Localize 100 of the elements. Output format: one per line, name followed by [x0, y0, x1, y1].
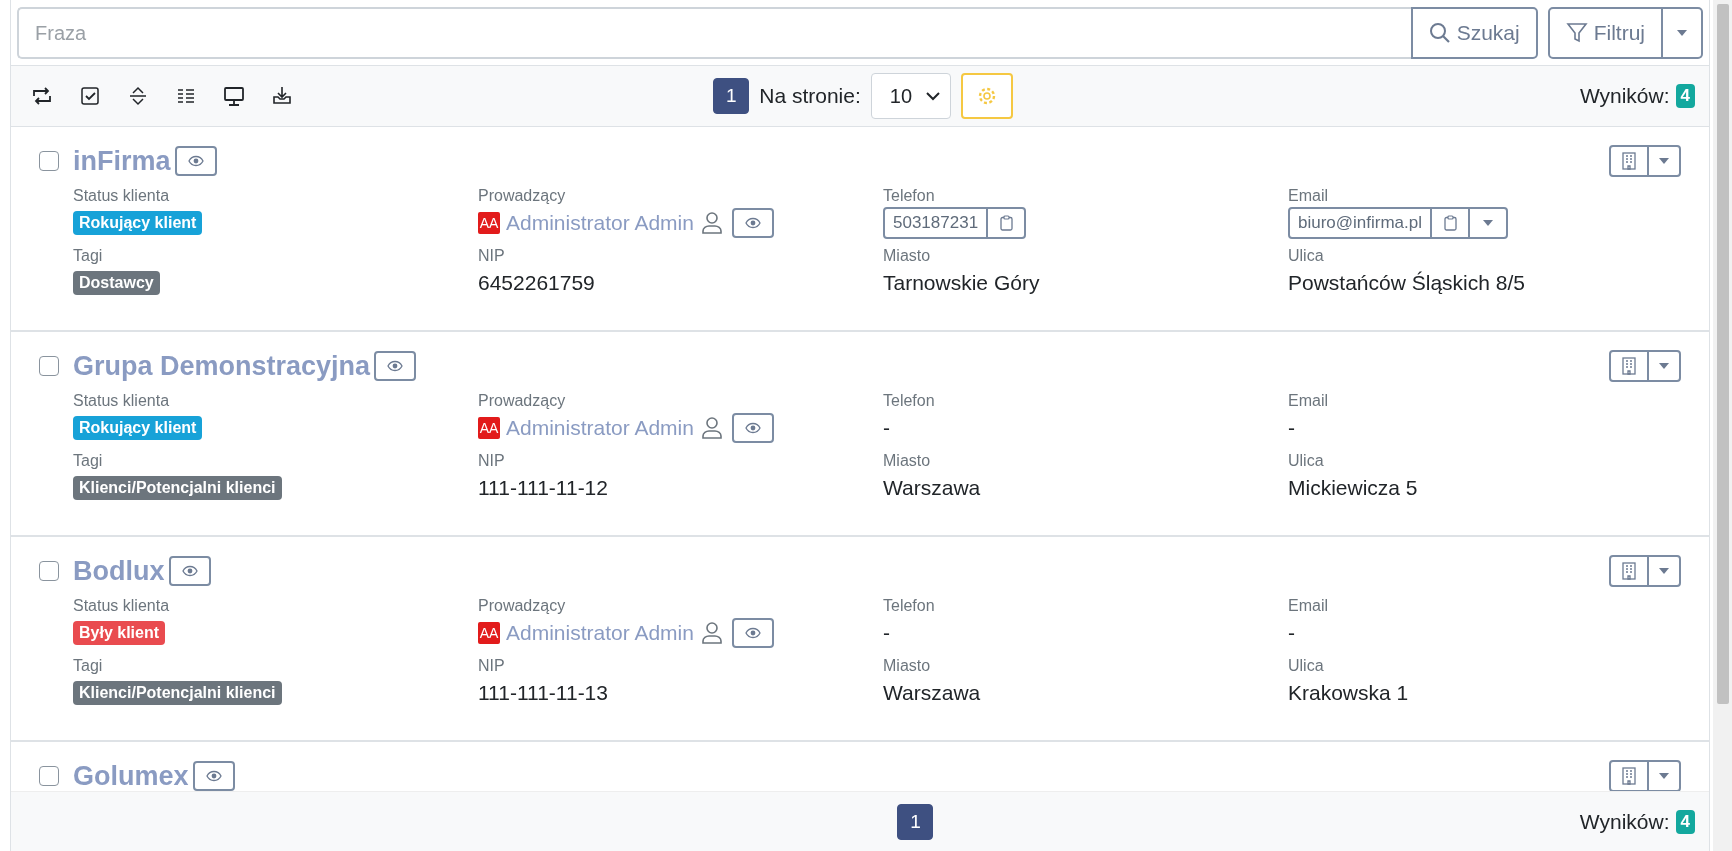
field-label: Miasto: [883, 656, 932, 675]
status-badge: Były klient: [73, 621, 166, 645]
client-name[interactable]: inFirma: [73, 145, 171, 177]
eye-icon: [186, 153, 205, 169]
field-value: Warszawa: [883, 680, 982, 706]
caret-icon: [1659, 158, 1669, 164]
tag-badge: Klienci/Potencjalni klienci: [73, 681, 282, 705]
building-icon: [1622, 357, 1636, 375]
person-icon: [701, 622, 722, 644]
field-label: Status klienta: [73, 391, 171, 410]
filter-button[interactable]: Filtruj: [1547, 7, 1663, 59]
field-label: Prowadzący: [478, 596, 567, 615]
view-button[interactable]: [374, 351, 417, 381]
caret-icon: [1483, 220, 1494, 226]
field-label: Telefon: [883, 186, 936, 205]
results-label: Wyników:: [1579, 84, 1670, 108]
building-icon: [1622, 562, 1636, 580]
checkbox[interactable]: [39, 766, 59, 786]
scrollbar-thumb[interactable]: [1716, 4, 1729, 704]
caret-icon: [1677, 30, 1687, 36]
checkbox-icon[interactable]: [79, 85, 101, 107]
building-dropdown-button[interactable]: [1609, 350, 1681, 382]
field-label: Miasto: [883, 451, 932, 470]
view-button[interactable]: [731, 413, 774, 443]
building-dropdown-button[interactable]: [1609, 145, 1681, 177]
results-count: 4: [1675, 809, 1695, 834]
field-label: Ulica: [1288, 451, 1325, 470]
caret-icon: [1659, 363, 1669, 369]
eye-icon: [180, 563, 199, 579]
status-badge: Rokujący klient: [73, 211, 203, 235]
clipboard-icon: [1443, 215, 1457, 231]
field-value: Mickiewicza 5: [1288, 475, 1419, 501]
status-badge: Rokujący klient: [73, 416, 203, 440]
page-button[interactable]: 1: [897, 803, 934, 840]
avatar: AA: [478, 212, 500, 234]
expand-icon[interactable]: [127, 85, 149, 107]
view-button[interactable]: [731, 208, 774, 238]
field-label: NIP: [478, 246, 506, 265]
tag-badge: Klienci/Potencjalni klienci: [73, 476, 282, 500]
field-label: Prowadzący: [478, 186, 567, 205]
copy-field[interactable]: 503187231: [883, 207, 1027, 239]
owner-link[interactable]: Administrator Admin: [506, 621, 694, 645]
avatar: AA: [478, 417, 500, 439]
person-icon: [701, 417, 722, 439]
owner-link[interactable]: Administrator Admin: [506, 211, 694, 235]
field-label: Telefon: [883, 391, 936, 410]
client-name[interactable]: Golumex: [73, 760, 189, 791]
field-value: 111-111-11-12: [478, 475, 609, 501]
checkbox[interactable]: [39, 151, 59, 171]
field-label: Tagi: [73, 451, 104, 470]
download-icon[interactable]: [271, 85, 293, 107]
eye-icon: [386, 358, 405, 374]
search-icon: [1428, 22, 1451, 44]
field-label: Email: [1288, 186, 1329, 205]
eye-icon: [743, 625, 762, 641]
person-icon: [701, 212, 722, 234]
field-value: Krakowska 1: [1288, 680, 1410, 706]
filter-dropdown-button[interactable]: [1663, 7, 1703, 59]
field-label: NIP: [478, 451, 506, 470]
building-dropdown-button[interactable]: [1609, 555, 1681, 587]
results-count: 4: [1675, 84, 1695, 108]
page-button[interactable]: 1: [713, 78, 750, 114]
tag-badge: Dostawcy: [73, 271, 160, 295]
eye-icon: [204, 768, 223, 784]
field-value: Warszawa: [883, 475, 982, 501]
client-name[interactable]: Grupa Demonstracyjna: [73, 350, 371, 382]
field-label: Prowadzący: [478, 391, 567, 410]
field-label: Telefon: [883, 596, 936, 615]
field-value: Powstańców Śląskich 8/5: [1288, 270, 1526, 296]
field-value: 6452261759: [478, 270, 596, 296]
view-button[interactable]: [168, 556, 211, 586]
view-button[interactable]: [192, 761, 235, 791]
caret-icon: [1659, 773, 1669, 779]
client-name[interactable]: Bodlux: [73, 555, 165, 587]
checkbox[interactable]: [39, 561, 59, 581]
view-button[interactable]: [174, 146, 217, 176]
search-button[interactable]: Szukaj: [1410, 7, 1538, 59]
field-label: Email: [1288, 596, 1329, 615]
eye-icon: [743, 215, 762, 231]
eye-icon: [743, 420, 762, 436]
avatar: AA: [478, 622, 500, 644]
caret-icon: [1659, 568, 1669, 574]
building-icon: [1622, 767, 1636, 785]
owner-link[interactable]: Administrator Admin: [506, 416, 694, 440]
field-label: Status klienta: [73, 186, 171, 205]
search-field[interactable]: Fraza: [17, 7, 1411, 59]
field-value: Tarnowskie Góry: [883, 270, 1041, 296]
copy-field[interactable]: biuro@infirma.pl: [1288, 207, 1509, 239]
field-label: NIP: [478, 656, 506, 675]
per-page-select[interactable]: 10: [870, 73, 951, 119]
per-page-label: Na stronie:: [759, 84, 861, 108]
monitor-icon[interactable]: [223, 85, 245, 107]
field-value: -: [883, 416, 890, 440]
checkbox[interactable]: [39, 356, 59, 376]
repeat-icon[interactable]: [31, 85, 53, 107]
field-value: -: [883, 621, 890, 645]
field-value: -: [1288, 416, 1295, 440]
clipboard-icon: [999, 215, 1013, 231]
field-label: Miasto: [883, 246, 932, 265]
view-button[interactable]: [731, 618, 774, 648]
